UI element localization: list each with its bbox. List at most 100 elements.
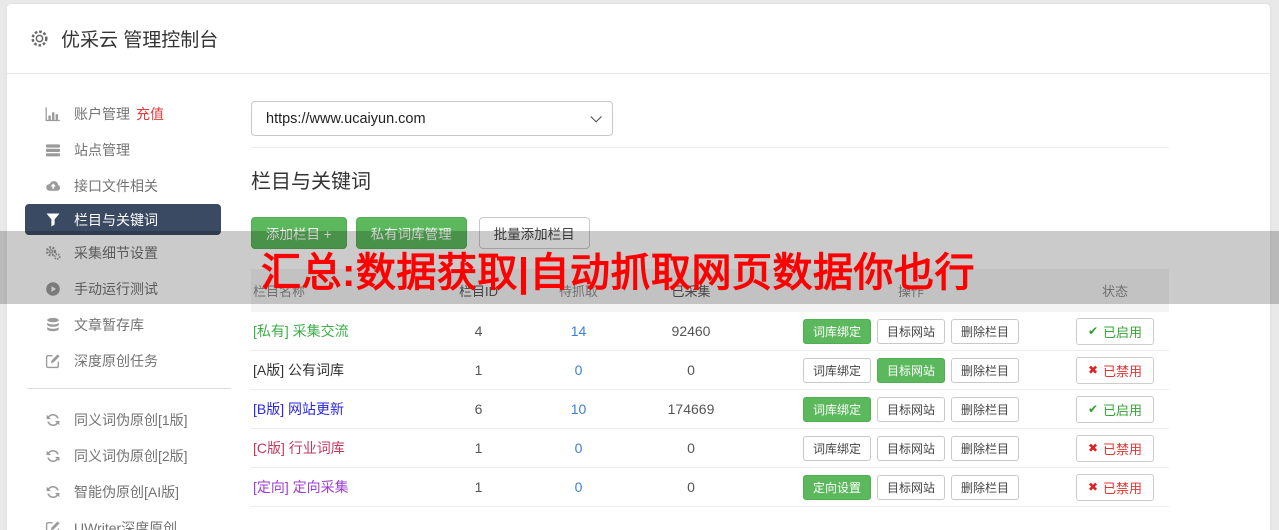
toolbar: 添加栏目 + 私有词库管理 批量添加栏目 bbox=[251, 217, 1169, 249]
check-icon: ✔ bbox=[1087, 402, 1099, 416]
column-name-link[interactable]: [C版] 行业词库 bbox=[253, 440, 345, 456]
table-row: [私有] 采集交流 4 14 92460 词库绑定 目标网站 删除栏目 ✔ 已启用 bbox=[251, 312, 1169, 351]
column-id: 1 bbox=[474, 362, 483, 378]
status-badge[interactable]: ✔ 已启用 bbox=[1075, 317, 1155, 345]
refresh-icon bbox=[46, 414, 60, 426]
refresh-icon bbox=[46, 486, 60, 498]
header-status: 状态 bbox=[1101, 284, 1128, 299]
content-area: https://www.ucaiyun.com 栏目与关键词 添加栏目 + 私有… bbox=[251, 74, 1169, 530]
delete-column-button[interactable]: 删除栏目 bbox=[951, 357, 1020, 383]
play-icon bbox=[46, 282, 60, 296]
recharge-link[interactable]: 充值 bbox=[136, 104, 164, 124]
column-id: 4 bbox=[474, 323, 483, 339]
private-thesaurus-button[interactable]: 私有词库管理 bbox=[355, 217, 467, 249]
sidebar-item-sites[interactable]: 站点管理 bbox=[7, 132, 251, 168]
collected-count: 0 bbox=[687, 479, 695, 495]
column-id: 1 bbox=[474, 440, 483, 456]
sidebar-item-interface-files[interactable]: 接口文件相关 bbox=[7, 168, 251, 204]
target-site-button[interactable]: 目标网站 bbox=[876, 318, 945, 344]
status-badge[interactable]: ✖ 已禁用 bbox=[1075, 356, 1155, 384]
sidebar-item-columns-keywords[interactable]: 栏目与关键词 bbox=[25, 204, 221, 235]
sidebar-item-label: 站点管理 bbox=[74, 142, 130, 158]
delete-column-button[interactable]: 删除栏目 bbox=[951, 318, 1020, 344]
header-collected: 已采集 bbox=[671, 284, 711, 299]
header-actions: 操作 bbox=[897, 284, 924, 299]
app-header: 优采云 管理控制台 bbox=[7, 4, 1270, 74]
table-row: [C版] 行业词库 1 0 0 词库绑定 目标网站 删除栏目 ✖ 已禁用 bbox=[251, 429, 1169, 468]
sidebar-item-manual-test[interactable]: 手动运行测试 bbox=[7, 271, 251, 307]
pending-count-link[interactable]: 10 bbox=[571, 401, 587, 417]
bar-chart-icon bbox=[45, 107, 60, 122]
site-select[interactable]: https://www.ucaiyun.com bbox=[251, 101, 613, 136]
gear-icon bbox=[29, 28, 50, 49]
chevron-down-icon bbox=[590, 110, 602, 123]
sidebar-item-label: 账户管理 bbox=[74, 106, 130, 122]
edit-icon bbox=[45, 354, 60, 369]
directional-settings-button[interactable]: 定向设置 bbox=[802, 474, 871, 500]
add-column-button[interactable]: 添加栏目 + bbox=[251, 217, 347, 249]
sidebar-item-label: 智能伪原创[AI版] bbox=[74, 484, 180, 500]
sidebar-item-article-cache[interactable]: 文章暂存库 bbox=[7, 307, 251, 343]
gears-icon bbox=[45, 246, 61, 260]
sidebar-divider bbox=[27, 388, 231, 389]
sidebar-item-deep-original-task[interactable]: 深度原创任务 bbox=[7, 343, 251, 379]
column-name-link[interactable]: [A版] 公有词库 bbox=[253, 362, 344, 378]
sidebar-item-uwriter[interactable]: UWriter深度原创 bbox=[7, 510, 251, 530]
thesaurus-bind-button[interactable]: 词库绑定 bbox=[802, 435, 871, 461]
target-site-button[interactable]: 目标网站 bbox=[876, 357, 945, 383]
app-title: 优采云 管理控制台 bbox=[61, 30, 219, 51]
sidebar-item-label: 深度原创任务 bbox=[74, 353, 158, 369]
table-row: [定向] 定向采集 1 0 0 定向设置 目标网站 删除栏目 ✖ 已禁用 bbox=[251, 468, 1169, 507]
cross-icon: ✖ bbox=[1087, 363, 1099, 377]
content-divider bbox=[251, 147, 1169, 148]
batch-add-button[interactable]: 批量添加栏目 bbox=[478, 217, 590, 249]
database-icon bbox=[47, 317, 59, 332]
table-row: [A版] 公有词库 1 0 0 词库绑定 目标网站 删除栏目 ✖ 已禁用 bbox=[251, 351, 1169, 390]
thesaurus-bind-button[interactable]: 词库绑定 bbox=[802, 396, 871, 422]
column-name-link[interactable]: [定向] 定向采集 bbox=[253, 479, 349, 495]
pending-count-link[interactable]: 0 bbox=[575, 479, 583, 495]
column-name-link[interactable]: [私有] 采集交流 bbox=[253, 323, 349, 339]
target-site-button[interactable]: 目标网站 bbox=[876, 474, 945, 500]
site-select-value: https://www.ucaiyun.com bbox=[266, 110, 426, 127]
sidebar-item-label: 栏目与关键词 bbox=[74, 211, 158, 228]
sidebar-item-synonym-v2[interactable]: 同义词伪原创[2版] bbox=[7, 438, 251, 474]
target-site-button[interactable]: 目标网站 bbox=[876, 396, 945, 422]
column-name-link[interactable]: [B版] 网站更新 bbox=[253, 401, 344, 417]
header-name: 栏目名称 bbox=[253, 284, 306, 299]
sidebar-item-label: UWriter深度原创 bbox=[74, 520, 178, 530]
delete-column-button[interactable]: 删除栏目 bbox=[951, 396, 1020, 422]
sidebar-item-label: 文章暂存库 bbox=[74, 317, 144, 333]
collected-count: 92460 bbox=[671, 323, 711, 339]
status-badge[interactable]: ✖ 已禁用 bbox=[1075, 473, 1155, 501]
funnel-icon bbox=[46, 213, 60, 226]
pending-count-link[interactable]: 0 bbox=[575, 440, 583, 456]
delete-column-button[interactable]: 删除栏目 bbox=[951, 474, 1020, 500]
collected-count: 0 bbox=[687, 440, 695, 456]
thesaurus-bind-button[interactable]: 词库绑定 bbox=[802, 357, 871, 383]
delete-column-button[interactable]: 删除栏目 bbox=[951, 435, 1020, 461]
column-id: 6 bbox=[474, 401, 483, 417]
table-row: [B版] 网站更新 6 10 174669 词库绑定 目标网站 删除栏目 ✔ 已启… bbox=[251, 390, 1169, 429]
main-card: 优采云 管理控制台 账户管理 充值 站点管理 接口文件相关 栏目与关键词 采集细… bbox=[6, 3, 1271, 530]
sidebar: 账户管理 充值 站点管理 接口文件相关 栏目与关键词 采集细节设置 手动运行测试… bbox=[7, 74, 251, 530]
cross-icon: ✖ bbox=[1087, 441, 1099, 455]
status-badge[interactable]: ✔ 已启用 bbox=[1075, 395, 1155, 423]
sidebar-item-collect-settings[interactable]: 采集细节设置 bbox=[7, 235, 251, 271]
collected-count: 174669 bbox=[667, 401, 715, 417]
sidebar-item-account[interactable]: 账户管理 充值 bbox=[7, 96, 251, 132]
thesaurus-bind-button[interactable]: 词库绑定 bbox=[802, 318, 871, 344]
table-header: 栏目名称 栏目ID 待抓取 已采集 操作 状态 bbox=[251, 269, 1169, 312]
target-site-button[interactable]: 目标网站 bbox=[876, 435, 945, 461]
sidebar-item-label: 手动运行测试 bbox=[74, 281, 158, 297]
site-list-icon bbox=[46, 144, 60, 157]
status-badge[interactable]: ✖ 已禁用 bbox=[1075, 434, 1155, 462]
cross-icon: ✖ bbox=[1087, 480, 1099, 494]
sidebar-item-synonym-v1[interactable]: 同义词伪原创[1版] bbox=[7, 402, 251, 438]
column-id: 1 bbox=[474, 479, 483, 495]
pending-count-link[interactable]: 0 bbox=[575, 362, 583, 378]
sidebar-item-ai-original[interactable]: 智能伪原创[AI版] bbox=[7, 474, 251, 510]
sidebar-item-label: 同义词伪原创[2版] bbox=[74, 448, 188, 464]
pending-count-link[interactable]: 14 bbox=[571, 323, 587, 339]
edit-icon bbox=[45, 521, 60, 530]
